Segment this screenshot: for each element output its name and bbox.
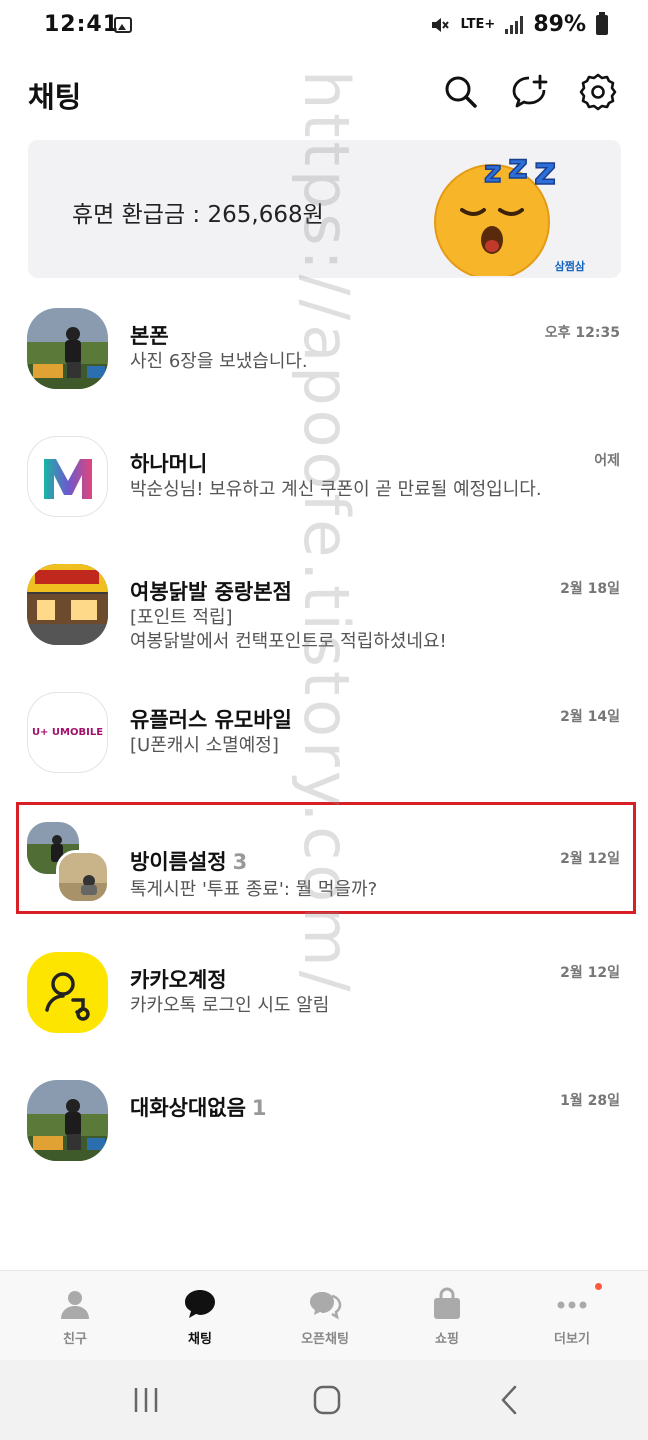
mute-icon [431,17,449,32]
page-title: 채팅 [28,80,82,114]
gallery-notification-icon [114,17,132,33]
tab-openchat[interactable]: 오픈채팅 [270,1271,380,1361]
tab-label: 더보기 [554,1332,590,1347]
tab-label: 채팅 [188,1332,212,1347]
chat-last-message: 박순싱님! 보유하고 계신 쿠폰이 곧 만료될 예정입니다. [130,479,542,500]
search-icon[interactable] [441,72,481,112]
more-dots-icon [557,1301,587,1309]
svg-text:z: z [508,148,528,187]
chat-room-name: 대화상대없음 [130,1096,246,1120]
avatar [27,308,108,389]
system-nav-bar [0,1360,648,1440]
chat-bubble-icon [185,1290,215,1318]
chat-time: 2월 12일 [560,851,620,867]
battery-icon [596,11,608,35]
chat-name: 본폰 [130,324,169,348]
back-icon[interactable] [490,1384,530,1416]
chat-name: 하나머니 [130,452,208,476]
network-type: LTE+ [460,17,496,32]
chat-last-message: [포인트 적립] 여봉닭발에서 컨택포인트로 적립하셨네요! [130,607,447,652]
chat-row-no-partner[interactable]: 대화상대없음 1 1월 28일 [0,1058,648,1186]
chat-name: 유플러스 유모바일 [130,708,292,732]
hanamoney-logo [27,436,108,517]
umobile-logo: U+ UMOBILE [27,692,108,773]
shopping-bag-icon [434,1287,460,1319]
home-icon[interactable] [307,1384,347,1416]
chat-row-umobile[interactable]: U+ UMOBILE 유플러스 유모바일 [U폰캐시 소멸예정] 2월 14일 [0,674,648,802]
settings-gear-icon[interactable] [578,72,618,112]
tab-shopping[interactable]: 쇼핑 [392,1271,502,1361]
chat-row-hanamoney[interactable]: 하나머니 박순싱님! 보유하고 계신 쿠폰이 곧 만료될 예정입니다. 어제 [0,418,648,546]
status-indicators: LTE+ 89% [429,11,608,37]
chat-name: 카카오계정 [130,968,227,992]
avatar [27,564,108,645]
chat-last-message: 카카오톡 로그인 시도 알림 [130,995,330,1016]
tab-label: 쇼핑 [435,1332,459,1347]
open-chat-icon [310,1292,342,1320]
chat-last-message: 사진 6장을 보냈습니다. [130,351,308,372]
status-bar: 12:41 LTE+ 89% [0,0,648,52]
chat-time: 2월 18일 [560,581,620,597]
app-header: 채팅 [0,60,648,124]
chat-name: 대화상대없음 1 [130,1092,267,1122]
signal-icon [505,15,524,34]
kakao-account-icon [27,952,108,1033]
tab-label: 오픈채팅 [301,1332,349,1347]
banner-brand: 삼쩜삼 [554,260,585,273]
tab-more[interactable]: 더보기 [517,1271,627,1361]
chat-last-message: 톡게시판 '투표 종료': 뭘 먹을까? [130,879,378,900]
svg-text:z: z [534,149,556,193]
chat-name: 방이름설정 3 [130,846,247,876]
banner-text: 휴면 환급금 : 265,668원 [72,202,324,228]
person-icon [61,1291,89,1319]
tab-friends[interactable]: 친구 [20,1271,130,1361]
chat-time: 어제 [594,453,620,469]
member-count: 3 [232,850,248,874]
chat-last-message: [U폰캐시 소멸예정] [130,735,279,756]
svg-text:z: z [484,155,501,190]
umobile-logo-text: U+ UMOBILE [31,727,104,738]
chat-room-name: 방이름설정 [130,850,227,874]
recent-apps-icon[interactable] [126,1384,166,1416]
chat-row-yeobong[interactable]: 여봉닭발 중랑본점 [포인트 적립] 여봉닭발에서 컨택포인트로 적립하셨네요!… [0,546,648,674]
chat-time: 2월 12일 [560,965,620,981]
member-count: 1 [251,1096,267,1120]
notification-dot [595,1283,602,1290]
battery-percent: 89% [533,12,586,37]
chat-row-bonphone[interactable]: 본폰 사진 6장을 보냈습니다. 오후 12:35 [0,290,648,418]
chat-time: 오후 12:35 [544,325,620,341]
chat-time: 2월 14일 [560,709,620,725]
tab-chats[interactable]: 채팅 [145,1271,255,1361]
status-time: 12:41 [44,12,120,37]
sleeping-emoji-icon: z z z [434,148,557,276]
tab-label: 친구 [63,1332,87,1347]
chat-row-kakao-account[interactable]: 카카오계정 카카오톡 로그인 시도 알림 2월 12일 [0,930,648,1058]
bottom-nav: 친구 채팅 오픈채팅 쇼핑 더보기 [0,1270,648,1360]
group-avatar-2 [56,850,110,904]
ad-banner[interactable]: 휴면 환급금 : 265,668원 z z z 삼쩜삼 [28,140,621,278]
chat-name: 여봉닭발 중랑본점 [130,580,292,604]
new-chat-icon[interactable] [510,72,550,112]
chat-time: 1월 28일 [560,1093,620,1109]
avatar [27,1080,108,1161]
chat-row-group-room[interactable]: 방이름설정 3 톡게시판 '투표 종료': 뭘 먹을까? 2월 12일 [0,802,648,930]
